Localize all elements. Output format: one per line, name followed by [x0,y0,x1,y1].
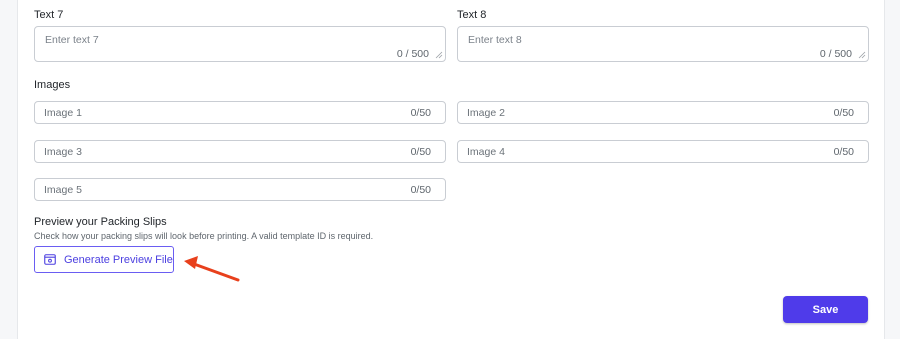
image5-input[interactable]: Image 5 0/50 [34,178,446,201]
save-button[interactable]: Save [783,296,868,323]
generate-preview-label: Generate Preview File [64,253,173,266]
image5-placeholder: Image 5 [44,184,82,196]
resize-grip-icon[interactable] [858,51,866,59]
preview-help-text: Check how your packing slips will look b… [34,231,374,241]
image1-input[interactable]: Image 1 0/50 [34,101,446,124]
image3-input[interactable]: Image 3 0/50 [34,140,446,163]
browser-window-icon [44,254,56,265]
image4-placeholder: Image 4 [467,146,505,158]
image2-input[interactable]: Image 2 0/50 [457,101,869,124]
image4-input[interactable]: Image 4 0/50 [457,140,869,163]
generate-preview-button[interactable]: Generate Preview File [34,246,174,273]
red-arrow-icon [184,256,240,282]
image4-counter: 0/50 [833,146,854,158]
resize-grip-icon[interactable] [435,51,443,59]
image5-counter: 0/50 [410,184,431,196]
text7-counter: 0 / 500 [396,48,429,60]
preview-title: Preview your Packing Slips [34,216,167,228]
text7-textarea[interactable]: Enter text 7 0 / 500 [34,26,446,62]
image3-placeholder: Image 3 [44,146,82,158]
text7-placeholder: Enter text 7 [45,34,99,46]
text8-placeholder: Enter text 8 [468,34,522,46]
text7-label: Text 7 [34,9,64,21]
images-section-label: Images [34,79,71,91]
image1-counter: 0/50 [410,107,431,119]
text8-counter: 0 / 500 [819,48,852,60]
image2-placeholder: Image 2 [467,107,505,119]
text8-textarea[interactable]: Enter text 8 0 / 500 [457,26,869,62]
image1-placeholder: Image 1 [44,107,82,119]
text8-label: Text 8 [457,9,487,21]
image2-counter: 0/50 [833,107,854,119]
image3-counter: 0/50 [410,146,431,158]
